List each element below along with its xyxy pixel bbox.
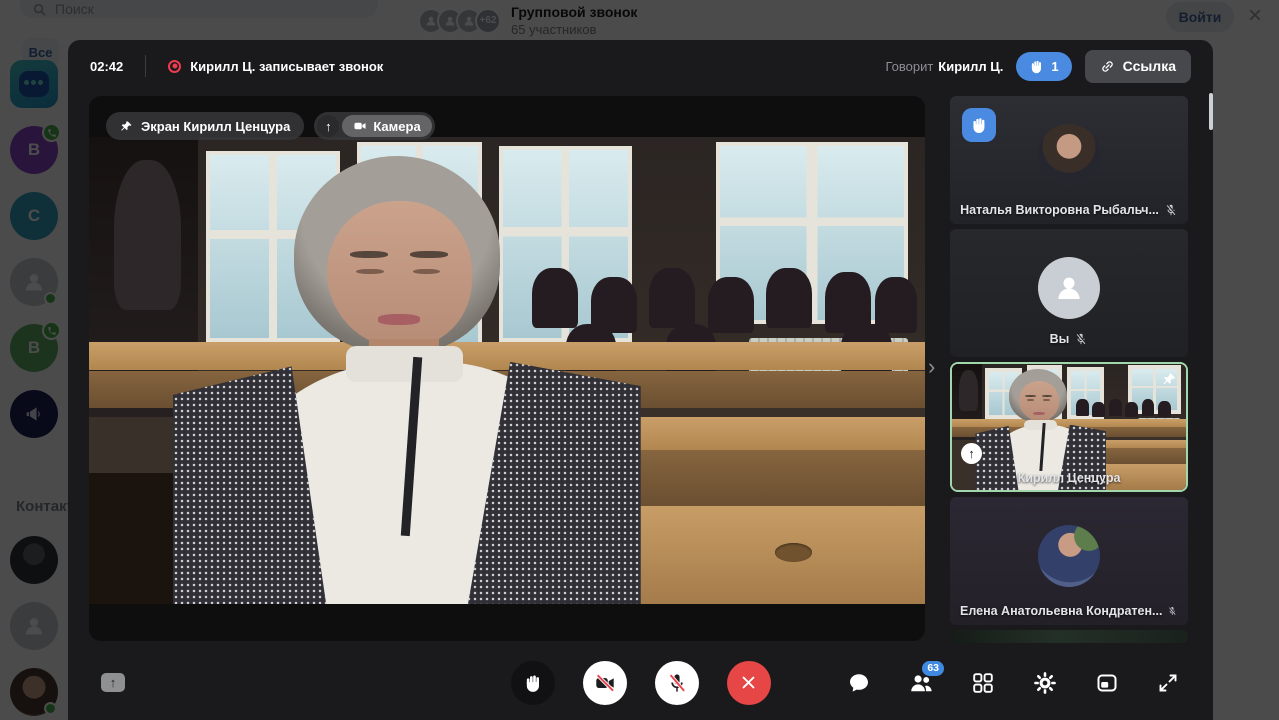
participant-tile[interactable]: Наталья Викторовна Рыбальч... <box>950 96 1188 224</box>
divider <box>145 55 146 77</box>
chat-icon <box>847 671 871 695</box>
call-header: 02:42 Кирилл Ц. записывает звонок Говори… <box>68 40 1213 92</box>
participant-name: Вы <box>1050 332 1070 346</box>
participant-name: Елена Анатольевна Кондратен... <box>960 604 1162 618</box>
camera-off-icon <box>594 672 616 694</box>
view-switcher[interactable]: ↑ Камера <box>314 112 434 140</box>
hand-icon <box>1029 59 1044 74</box>
grid-view-button[interactable] <box>971 671 995 695</box>
speaker-name: Кирилл Ц. <box>938 59 1003 74</box>
screen-share-toggle[interactable]: ↑ <box>317 115 339 137</box>
participant-name: Кирилл Ценцура <box>1018 471 1121 485</box>
camera-toggle[interactable]: Камера <box>342 115 431 137</box>
participants-count-badge: 63 <box>922 661 944 676</box>
call-toolbar: ↑ 63 <box>68 645 1213 720</box>
classroom-video-frame <box>89 137 925 604</box>
raise-hand-button[interactable] <box>511 661 555 705</box>
share-arrow-icon: ↑ <box>110 675 117 690</box>
share-arrow-icon: ↑ <box>325 119 332 134</box>
person-icon <box>1052 271 1086 305</box>
fullscreen-button[interactable] <box>1156 671 1180 695</box>
grid-icon <box>971 671 995 695</box>
hand-icon <box>523 673 543 693</box>
mic-muted-icon <box>1074 332 1088 346</box>
recording-status: Кирилл Ц. записывает звонок <box>190 59 383 74</box>
pip-button[interactable] <box>1095 671 1119 695</box>
speaker-prefix: Говорит <box>885 59 933 74</box>
sidebar-scrollbar[interactable] <box>1209 93 1213 130</box>
main-video: Экран Кирилл Ценцура ↑ Камера <box>89 96 925 641</box>
participant-tile-self[interactable]: Вы <box>950 229 1188 357</box>
collapse-sidebar-chevron-icon[interactable]: › <box>928 356 935 378</box>
mic-muted-icon <box>1167 604 1178 618</box>
avatar <box>1038 124 1100 186</box>
camera-toggle-button[interactable] <box>583 661 627 705</box>
participant-tile-speaking[interactable]: ↑ Кирилл Ценцура <box>950 362 1188 492</box>
chat-button[interactable] <box>847 671 871 695</box>
screen-share-button[interactable]: ↑ <box>101 673 125 692</box>
share-arrow-icon: ↑ <box>968 446 975 461</box>
mic-muted-icon <box>1164 203 1178 217</box>
recording-icon <box>168 60 181 73</box>
participants-button[interactable]: 63 <box>908 670 934 696</box>
close-icon <box>740 674 757 691</box>
active-speaker: Говорит Кирилл Ц. <box>885 59 1003 74</box>
hand-raised-badge <box>962 108 996 142</box>
avatar-placeholder <box>1038 257 1100 319</box>
camera-toggle-label: Камера <box>373 119 420 134</box>
raised-hands-count: 1 <box>1051 59 1058 74</box>
pin-icon[interactable] <box>1162 372 1177 392</box>
avatar <box>1038 525 1100 587</box>
fullscreen-icon <box>1156 671 1180 695</box>
call-timer: 02:42 <box>90 59 123 74</box>
mic-toggle-button[interactable] <box>655 661 699 705</box>
participant-tile[interactable]: Елена Анатольевна Кондратен... <box>950 497 1188 625</box>
picture-in-picture-icon <box>1095 671 1119 695</box>
speaker-person <box>173 156 641 604</box>
gear-icon <box>1032 670 1058 696</box>
camera-icon <box>353 119 367 133</box>
pinned-screen-pill[interactable]: Экран Кирилл Ценцура <box>106 112 304 140</box>
participants-sidebar: Наталья Викторовна Рыбальч... Вы <box>950 96 1188 643</box>
pin-icon <box>120 120 133 133</box>
pinned-screen-label: Экран Кирилл Ценцура <box>141 119 290 134</box>
link-icon <box>1100 59 1115 74</box>
end-call-button[interactable] <box>727 661 771 705</box>
copy-link-button[interactable]: Ссылка <box>1085 50 1191 83</box>
mic-off-icon <box>666 672 688 694</box>
settings-button[interactable] <box>1032 670 1058 696</box>
participant-name: Наталья Викторовна Рыбальч... <box>960 203 1159 217</box>
raised-hands-button[interactable]: 1 <box>1016 52 1071 81</box>
screen-sharing-badge: ↑ <box>961 443 982 464</box>
link-button-label: Ссылка <box>1123 58 1176 74</box>
hand-icon <box>970 116 988 134</box>
call-window: 02:42 Кирилл Ц. записывает звонок Говори… <box>68 40 1213 720</box>
participant-tile-partial[interactable] <box>950 630 1188 643</box>
